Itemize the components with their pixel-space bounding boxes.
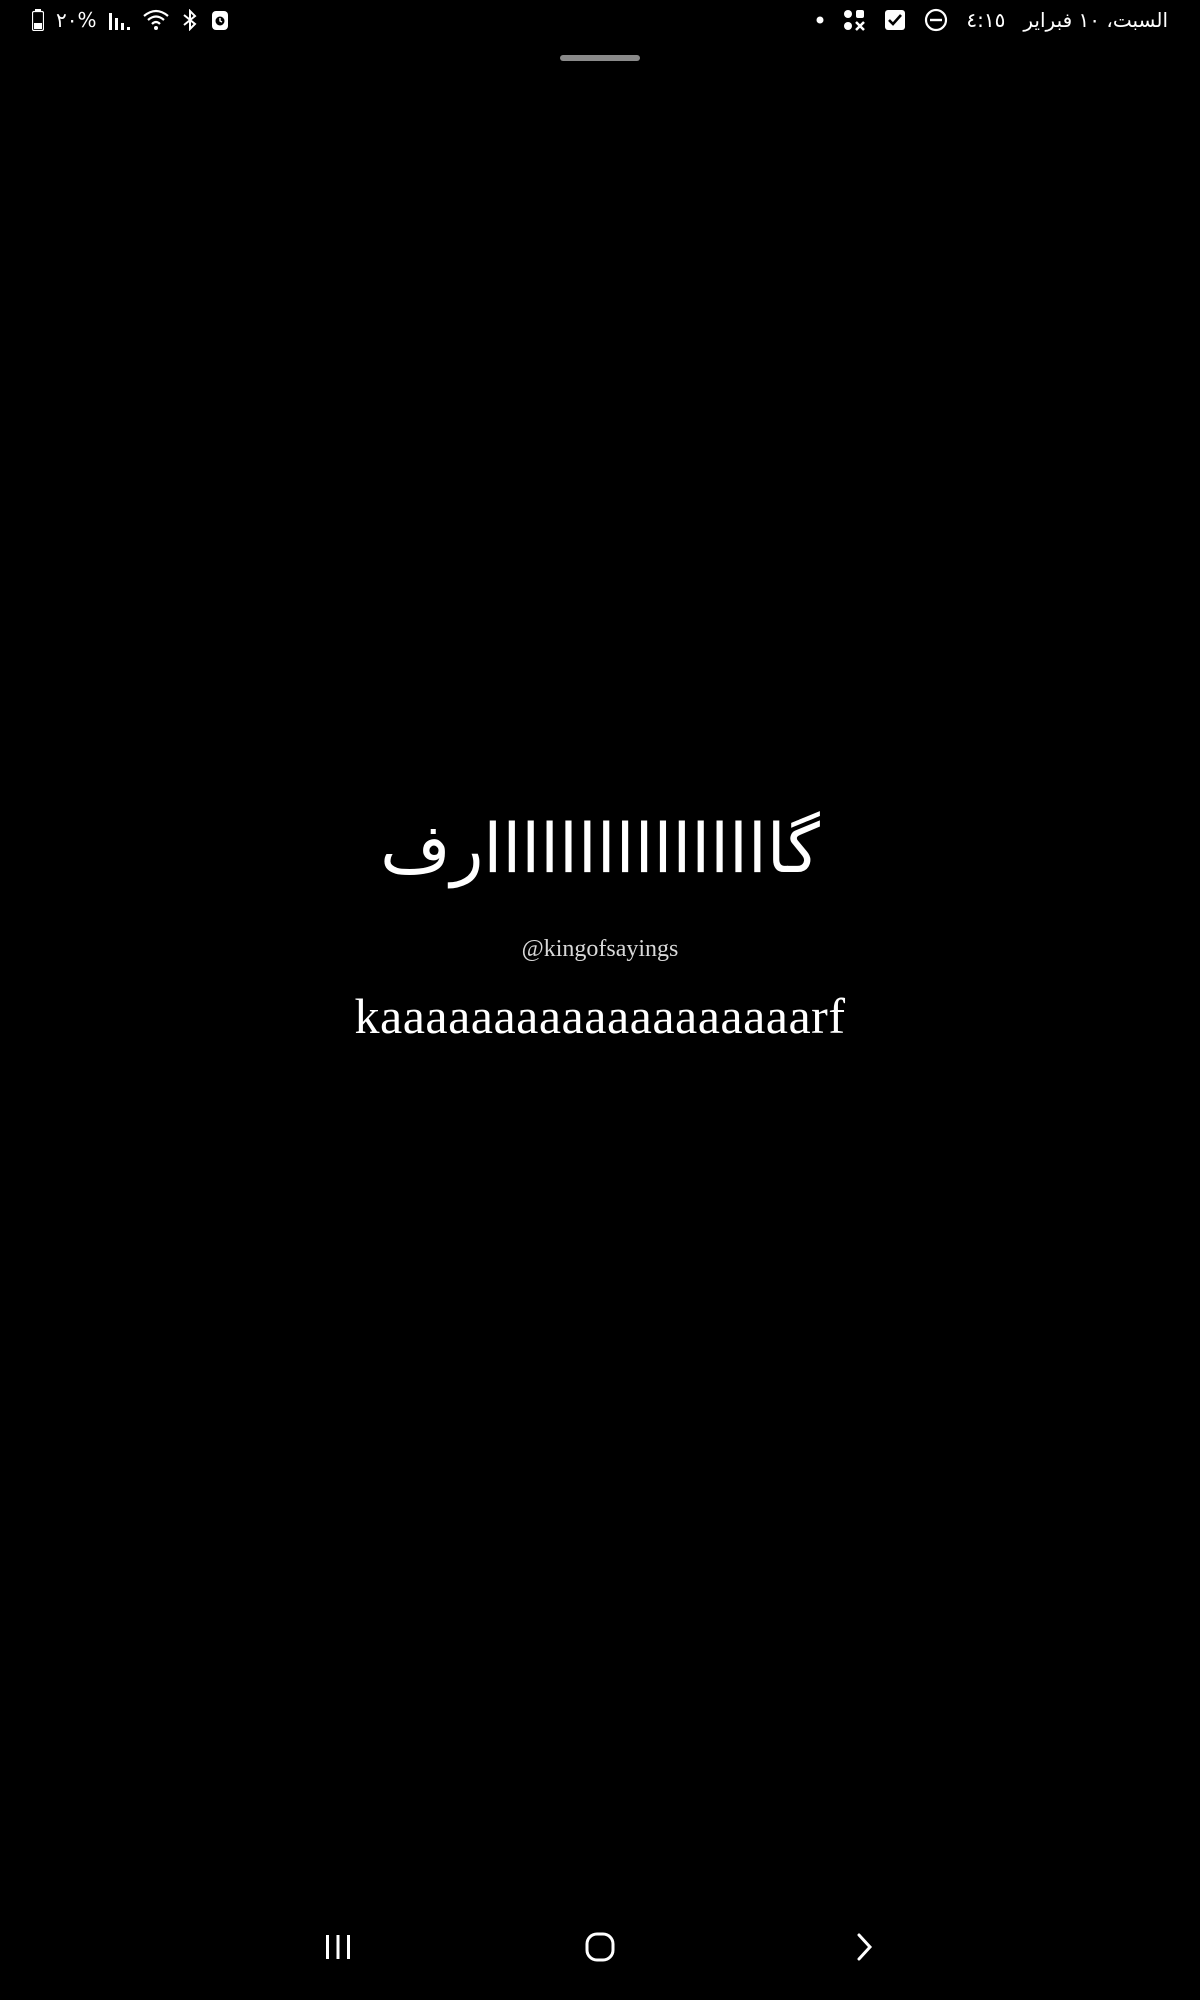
back-button[interactable] (829, 1924, 899, 1974)
dot-icon (816, 6, 824, 34)
status-bar: ٢٠% ٤:١٥ السبت، ١٠ فبراير (0, 0, 1200, 40)
battery-percent: ٢٠% (56, 8, 97, 32)
status-bar-right: ٤:١٥ السبت، ١٠ فبراير (816, 6, 1168, 34)
alarm-icon (211, 6, 229, 34)
apps-icon (842, 6, 866, 34)
home-icon (584, 1931, 616, 1967)
clock: ٤:١٥ (966, 8, 1006, 32)
signal-icon (108, 6, 131, 34)
watermark-handle: @kingofsayings (521, 936, 679, 962)
recents-icon (323, 1933, 353, 1965)
arabic-word: گاااااااااااااااارف (380, 810, 820, 889)
latin-transliteration: kaaaaaaaaaaaaaaaaaaarf (354, 988, 846, 1044)
dnd-icon (924, 6, 948, 34)
drag-handle[interactable] (560, 55, 640, 61)
bluetooth-icon (181, 6, 199, 34)
home-button[interactable] (565, 1924, 635, 1974)
date: السبت، ١٠ فبراير (1023, 8, 1168, 32)
checkbox-icon (884, 6, 906, 34)
back-icon (853, 1932, 875, 1966)
status-bar-left: ٢٠% (32, 6, 229, 34)
navigation-bar (0, 1910, 1200, 2000)
video-content: گاااااااااااااااارف @kingofsayings kaaaa… (0, 800, 1200, 1046)
recents-button[interactable] (303, 1924, 373, 1974)
battery-icon (32, 6, 44, 34)
wifi-icon (142, 6, 169, 34)
